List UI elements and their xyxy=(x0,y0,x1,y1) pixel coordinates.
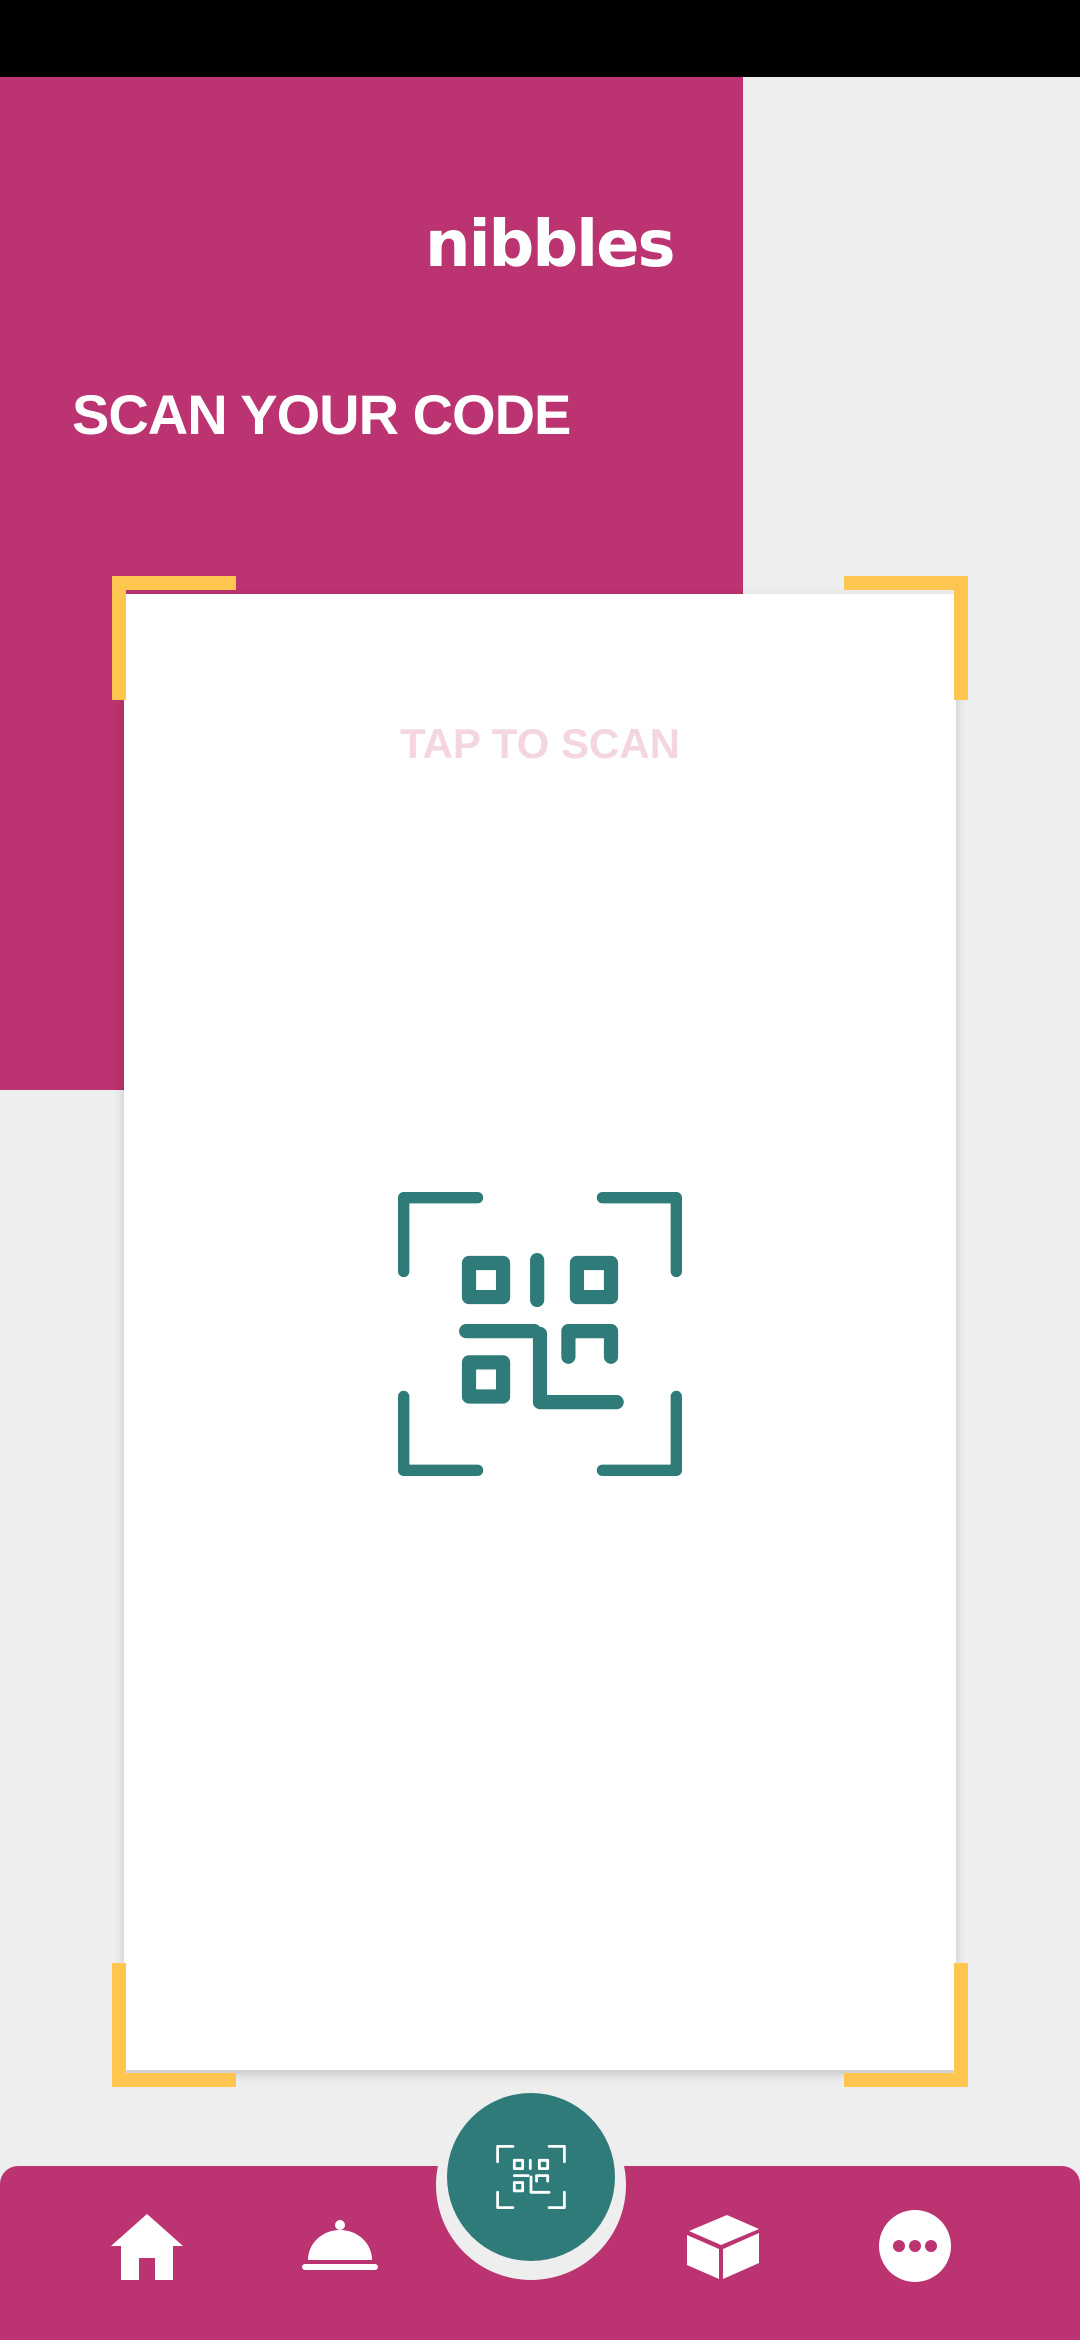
tap-to-scan-label[interactable]: TAP TO SCAN xyxy=(124,718,956,770)
home-icon xyxy=(111,2214,183,2280)
box-icon xyxy=(687,2215,759,2279)
qr-code-scan-icon[interactable] xyxy=(398,1192,682,1476)
nav-more[interactable] xyxy=(873,2204,957,2288)
nav-home[interactable] xyxy=(105,2204,189,2288)
food-cloche-icon xyxy=(302,2220,378,2270)
status-bar xyxy=(0,0,1080,77)
page-title: SCAN YOUR CODE xyxy=(72,383,571,446)
scan-frame-corner-bottom-right xyxy=(844,1963,968,2087)
nav-orders[interactable] xyxy=(681,2204,765,2288)
qr-code-scan-icon xyxy=(496,2145,566,2209)
scan-frame-corner-top-right xyxy=(844,576,968,700)
nav-restaurants[interactable] xyxy=(298,2204,382,2288)
more-icon xyxy=(879,2210,951,2282)
nav-scan-button[interactable] xyxy=(447,2093,615,2261)
scan-frame-corner-bottom-left xyxy=(112,1963,236,2087)
scan-frame-corner-top-left xyxy=(112,576,236,700)
app-logo: nibbles xyxy=(425,208,676,282)
